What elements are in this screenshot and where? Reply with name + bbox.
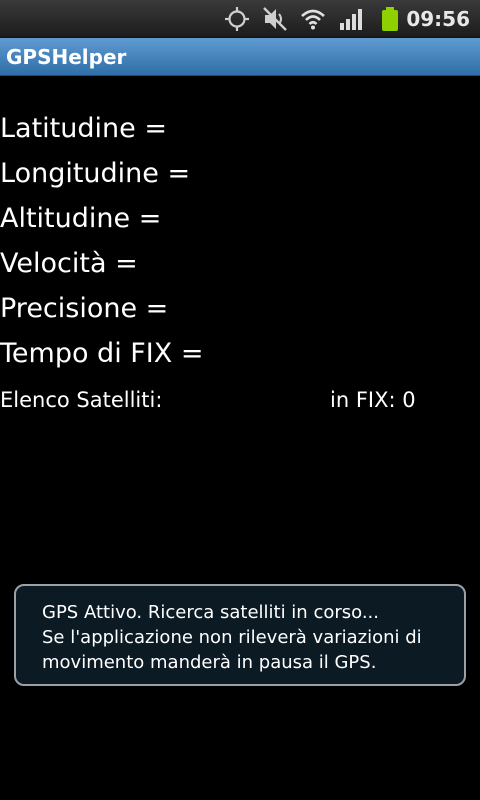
status-time: 09:56	[406, 7, 470, 31]
toast-line-1: GPS Attivo. Ricerca satelliti in corso..…	[42, 602, 379, 623]
mute-icon	[262, 6, 288, 32]
wifi-icon	[300, 6, 326, 32]
battery-icon	[377, 6, 403, 32]
precision-label: Precisione =	[0, 293, 169, 324]
app-title: GPSHelper	[6, 45, 127, 69]
signal-icon	[338, 6, 364, 32]
fix-time-label: Tempo di FIX =	[0, 338, 204, 369]
latitude-label: Latitudine =	[0, 113, 167, 144]
satellites-in-fix-label: in FIX: 0	[330, 388, 416, 412]
altitude-label: Altitudine =	[0, 203, 162, 234]
satellite-list-label: Elenco Satelliti:	[0, 388, 163, 412]
gps-icon	[224, 6, 250, 32]
toast-line-2: Se l'applicazione non rileverà variazion…	[42, 627, 422, 648]
toast-line-3: movimento manderà in pausa il GPS.	[42, 652, 377, 673]
title-bar: GPSHelper	[0, 38, 480, 76]
toast-message: GPS Attivo. Ricerca satelliti in corso..…	[14, 584, 466, 686]
speed-label: Velocità =	[0, 248, 138, 279]
longitude-label: Longitudine =	[0, 158, 191, 189]
status-bar: 09:56	[0, 0, 480, 38]
